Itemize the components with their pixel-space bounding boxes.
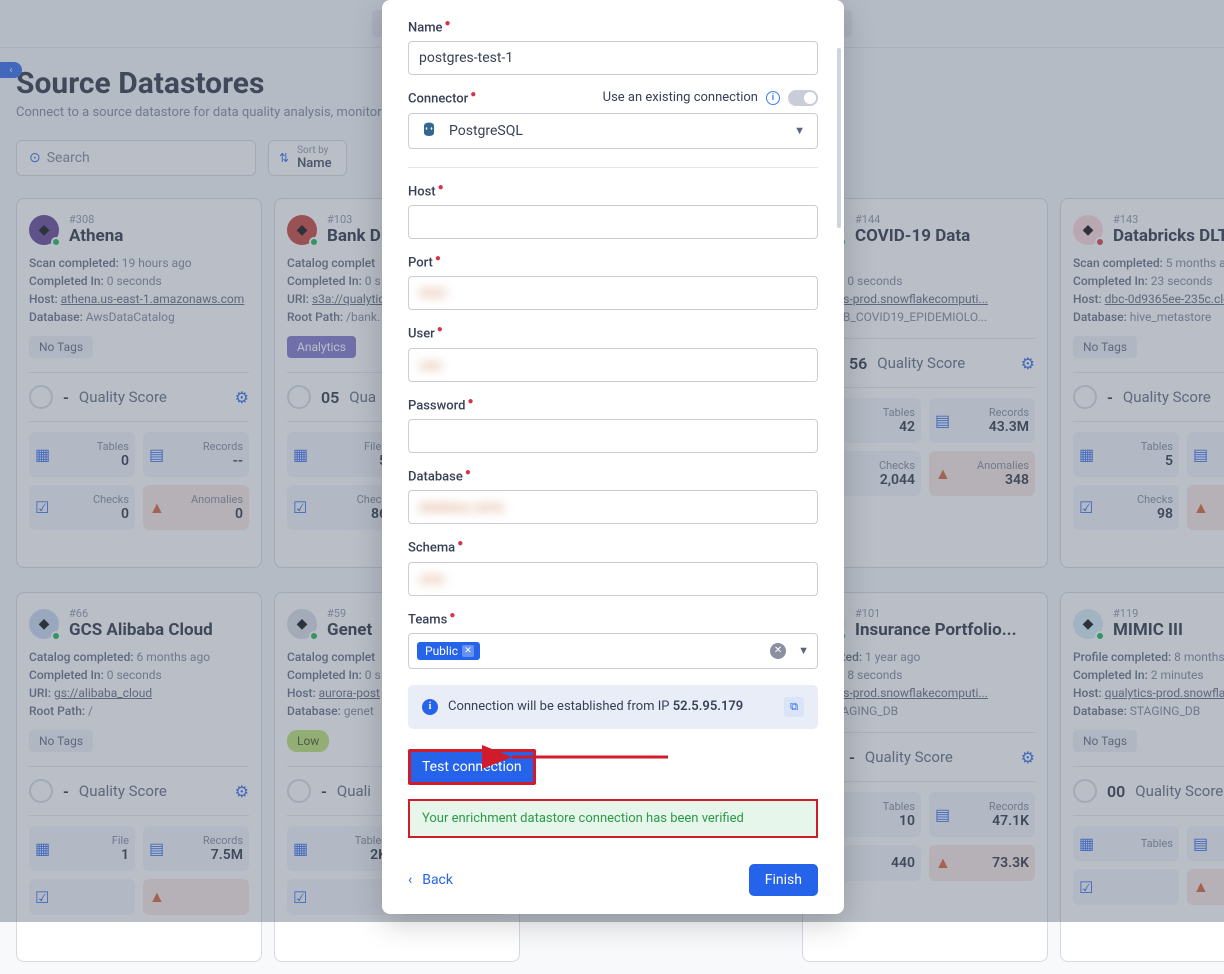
chevron-down-icon: ▼ [794, 124, 805, 137]
finish-button[interactable]: Finish [749, 864, 818, 896]
teams-select[interactable]: Public✕ ✕ ▼ [408, 633, 818, 669]
host-label: Host● [408, 182, 818, 199]
copy-icon[interactable]: ⧉ [784, 697, 804, 717]
connector-label: Connector● [408, 89, 476, 106]
password-label: Password● [408, 396, 818, 413]
host-input[interactable] [408, 205, 818, 239]
schema-label: Schema● [408, 538, 818, 555]
connector-select[interactable]: PostgreSQL ▼ [408, 113, 818, 149]
port-label: Port● [408, 253, 818, 270]
user-label: User● [408, 324, 818, 341]
test-connection-button[interactable]: Test connection [408, 749, 536, 785]
port-input[interactable]: 5432 [408, 276, 818, 310]
chevron-left-icon: ‹ [408, 872, 412, 888]
info-icon: i [422, 699, 438, 715]
postgresql-icon [419, 121, 439, 141]
database-label: Database● [408, 467, 818, 484]
existing-connection-toggle[interactable] [788, 90, 818, 106]
team-chip[interactable]: Public✕ [417, 642, 480, 660]
database-input[interactable]: database_name [408, 490, 818, 524]
success-message: Your enrichment datastore connection has… [408, 799, 818, 838]
chevron-down-icon: ▼ [798, 644, 809, 657]
modal-scrollbar[interactable] [837, 48, 841, 228]
info-icon[interactable]: i [766, 91, 780, 105]
schema-input[interactable]: sche [408, 562, 818, 596]
existing-connection-label: Use an existing connection [603, 90, 758, 105]
user-input[interactable]: user [408, 348, 818, 382]
password-input[interactable] [408, 419, 818, 453]
teams-label: Teams● [408, 610, 818, 627]
ip-info-banner: i Connection will be established from IP… [408, 685, 818, 729]
name-input[interactable] [408, 41, 818, 75]
clear-icon[interactable]: ✕ [770, 643, 786, 659]
back-button[interactable]: ‹ Back [408, 872, 453, 888]
name-label: Name● [408, 18, 818, 35]
datastore-form-modal: Name● Connector● Use an existing connect… [382, 0, 844, 914]
close-icon[interactable]: ✕ [462, 645, 474, 657]
